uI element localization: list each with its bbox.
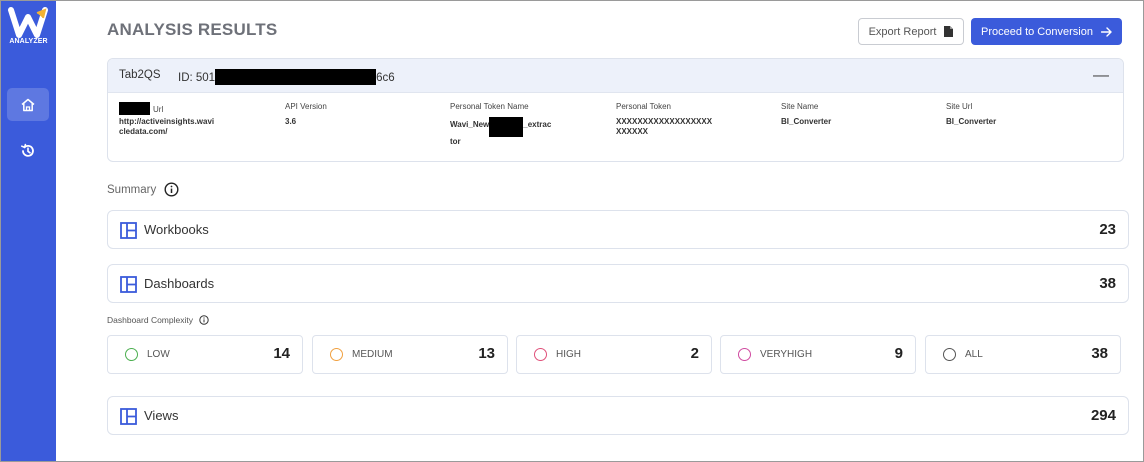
views-label: Views <box>144 408 179 423</box>
high-status-dot <box>534 348 547 361</box>
logo-icon <box>8 7 48 38</box>
complexity-low[interactable]: LOW 14 <box>107 335 303 374</box>
detail-value: BI_Converter <box>781 117 832 126</box>
detail-token-name: Personal Token Name Wavi_New _extrac tor <box>450 102 590 147</box>
dashboards-count: 38 <box>1099 275 1116 292</box>
detail-label: Site Url <box>946 102 973 111</box>
export-report-label: Export Report <box>868 25 937 38</box>
export-report-button[interactable]: Export Report <box>858 18 964 45</box>
history-icon <box>21 143 34 157</box>
dashboards-card[interactable]: Dashboards 38 <box>107 264 1129 303</box>
document-icon <box>944 26 954 37</box>
detail-value: http://activeinsights.wavi cledata.com/ <box>119 117 215 136</box>
nav-home[interactable] <box>7 88 49 121</box>
datasource-id: ID: 501 6c6 <box>178 69 395 85</box>
info-icon[interactable] <box>199 315 209 325</box>
detail-url: Url http://activeinsights.wavi cledata.c… <box>119 102 259 137</box>
complexity-all[interactable]: ALL 38 <box>925 335 1121 374</box>
workbooks-card[interactable]: Workbooks 23 <box>107 210 1129 249</box>
complexity-label: ALL <box>965 349 983 360</box>
complexity-veryhigh[interactable]: VERYHIGH 9 <box>720 335 916 374</box>
datasource-id-prefix: ID: 501 <box>178 72 216 84</box>
complexity-count: 14 <box>273 345 290 362</box>
home-icon <box>21 98 35 111</box>
proceed-label: Proceed to Conversion <box>981 25 1093 38</box>
detail-label: Personal Token <box>616 102 671 111</box>
datasource-name: Tab2QS <box>119 69 161 81</box>
nav-history[interactable] <box>7 134 49 167</box>
dashboard-complexity-heading: Dashboard Complexity <box>107 315 209 325</box>
workbooks-label: Workbooks <box>144 222 209 237</box>
datasource-id-suffix: 6c6 <box>376 72 395 84</box>
complexity-count: 9 <box>894 345 903 362</box>
views-count: 294 <box>1090 407 1116 424</box>
detail-value: Wavi_New _extrac tor <box>450 117 590 147</box>
page-title: ANALYSIS RESULTS <box>107 20 278 39</box>
veryhigh-status-dot <box>738 348 751 361</box>
complexity-count: 13 <box>478 345 495 362</box>
detail-site-name: Site Name BI_Converter <box>781 102 921 127</box>
complexity-label: MEDIUM <box>352 349 393 360</box>
redaction-block <box>489 117 524 137</box>
proceed-to-conversion-button[interactable]: Proceed to Conversion <box>971 18 1122 45</box>
detail-value: 3.6 <box>285 117 297 126</box>
detail-label: Personal Token Name <box>450 102 529 111</box>
redaction-block <box>215 69 377 85</box>
workbooks-count: 23 <box>1099 221 1116 238</box>
detail-label: API Version <box>285 102 327 111</box>
detail-site-url: Site Url BI_Converter <box>946 102 1086 127</box>
arrow-right-icon <box>1100 26 1112 37</box>
layout-icon <box>120 408 137 425</box>
detail-token: Personal Token XXXXXXXXXXXXXXXXXX XXXXXX <box>616 102 756 137</box>
logo-text: ANALYZER <box>9 38 48 45</box>
sidebar: ANALYZER <box>1 1 56 461</box>
complexity-medium[interactable]: MEDIUM 13 <box>312 335 508 374</box>
views-card[interactable]: Views 294 <box>107 396 1129 435</box>
detail-label: Site Name <box>781 102 819 111</box>
complexity-label: LOW <box>147 349 170 360</box>
detail-value: BI_Converter <box>946 117 997 126</box>
dashboards-label: Dashboards <box>144 276 215 291</box>
redaction-block <box>119 102 150 115</box>
layout-icon <box>120 276 137 293</box>
detail-label: Url <box>119 102 259 115</box>
complexity-high[interactable]: HIGH 2 <box>516 335 712 374</box>
complexity-label: VERYHIGH <box>760 349 813 360</box>
layout-icon <box>120 222 137 239</box>
low-status-dot <box>125 348 138 361</box>
datasource-panel-header[interactable]: Tab2QS ID: 501 6c6 — <box>108 59 1123 93</box>
detail-value: XXXXXXXXXXXXXXXXXX XXXXXX <box>616 117 713 136</box>
complexity-label: HIGH <box>556 349 581 360</box>
summary-heading: Summary <box>107 182 179 197</box>
complexity-count: 38 <box>1091 345 1108 362</box>
all-status-dot <box>943 348 956 361</box>
collapse-icon[interactable]: — <box>1093 67 1109 85</box>
summary-title: Summary <box>107 183 157 196</box>
complexity-count: 2 <box>690 345 699 362</box>
medium-status-dot <box>330 348 343 361</box>
datasource-panel: Tab2QS ID: 501 6c6 — Url http://activeins… <box>107 58 1124 162</box>
dashboard-complexity-title: Dashboard Complexity <box>107 315 193 325</box>
detail-api-version: API Version 3.6 <box>285 102 425 127</box>
info-icon[interactable] <box>164 182 179 197</box>
